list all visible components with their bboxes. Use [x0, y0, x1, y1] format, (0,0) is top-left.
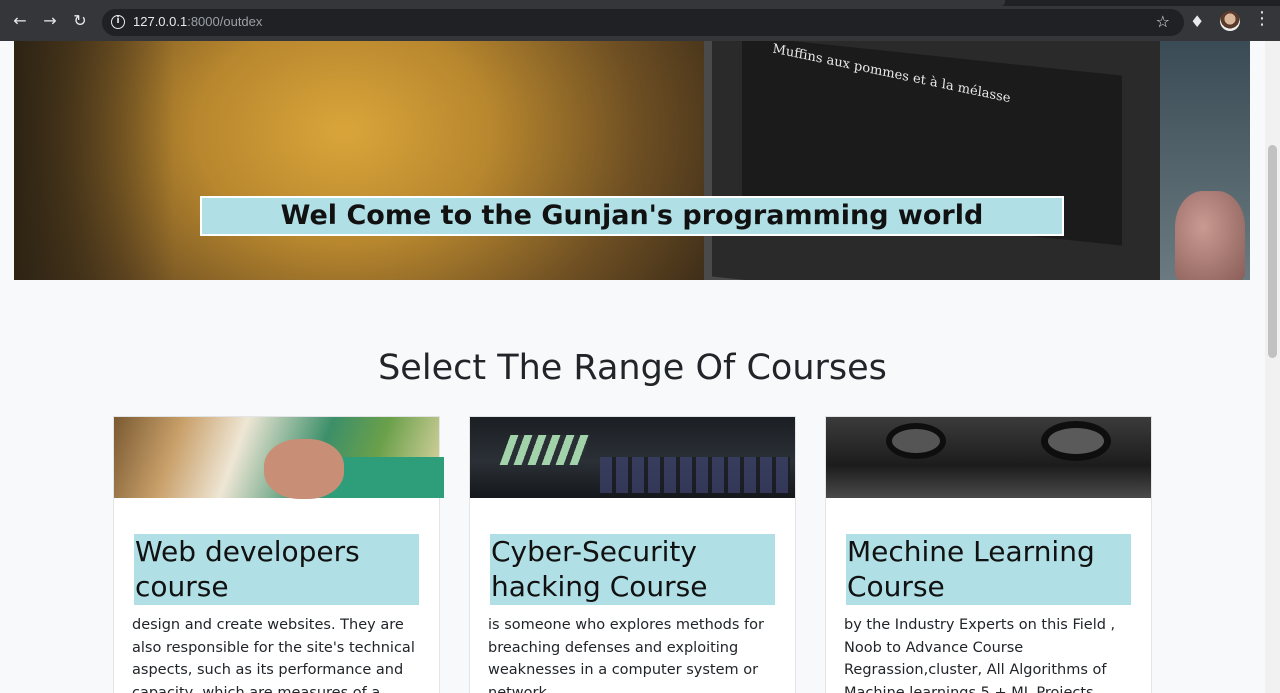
url-text[interactable]: 127.0.0.1:8000/outdex — [133, 14, 262, 29]
extensions-puzzle-icon[interactable]: ♦ — [1190, 12, 1204, 31]
address-bar[interactable]: i 127.0.0.1:8000/outdex ☆ — [102, 9, 1184, 36]
bookmark-star-icon[interactable]: ☆ — [1156, 12, 1170, 31]
courses-section-title: Select The Range Of Courses — [378, 348, 887, 388]
course-image-ml — [826, 417, 1151, 498]
course-card-cyber[interactable]: Cyber-Security hacking Course is someone… — [469, 416, 796, 693]
vertical-scrollbar[interactable] — [1265, 41, 1280, 693]
image-hand — [264, 439, 344, 499]
reload-icon[interactable]: ↻ — [71, 12, 89, 30]
course-title: Cyber-Security hacking Course — [490, 534, 775, 605]
browser-toolbar: ← → ↻ i 127.0.0.1:8000/outdex ☆ ♦ ⋮ — [0, 0, 1280, 41]
forward-arrow-icon[interactable]: → — [41, 12, 59, 30]
course-card-web[interactable]: Web developers course design and create … — [113, 416, 444, 693]
profile-avatar[interactable] — [1220, 11, 1240, 31]
browser-menu-icon[interactable]: ⋮ — [1253, 10, 1271, 28]
course-description: is someone who explores methods for brea… — [488, 617, 764, 693]
hero-shadow — [14, 41, 174, 280]
welcome-text: Wel Come to the Gunjan's programming wor… — [280, 200, 984, 231]
hero-hand — [1175, 191, 1245, 280]
url-host: 127.0.0.1 — [133, 14, 188, 29]
hero-laptop-screen: Muffins aux pommes et à la mélasse — [704, 41, 1224, 280]
image-keyboard — [600, 457, 790, 493]
image-leds — [499, 435, 591, 465]
scrollbar-thumb[interactable] — [1268, 145, 1277, 358]
course-card-ml[interactable]: Mechine Learning Course by the Industry … — [825, 416, 1152, 693]
image-wheel — [886, 423, 946, 459]
course-image-cyber — [470, 417, 795, 498]
course-description: design and create websites. They are als… — [132, 617, 415, 693]
course-image-web — [114, 417, 444, 499]
page-viewport: Muffins aux pommes et à la mélasse Wel C… — [0, 41, 1280, 693]
course-title: Mechine Learning Course — [846, 534, 1131, 605]
hero-banner: Muffins aux pommes et à la mélasse Wel C… — [14, 41, 1250, 280]
course-description: by the Industry Experts on this Field , … — [844, 617, 1116, 693]
tab-strip — [0, 0, 1280, 6]
image-wheel — [1041, 421, 1111, 461]
active-tab[interactable] — [0, 0, 1005, 6]
course-title: Web developers course — [134, 534, 419, 605]
url-path: :8000/outdex — [187, 14, 263, 29]
site-info-icon[interactable]: i — [111, 15, 125, 29]
welcome-banner: Wel Come to the Gunjan's programming wor… — [200, 196, 1064, 236]
back-arrow-icon[interactable]: ← — [11, 12, 29, 30]
